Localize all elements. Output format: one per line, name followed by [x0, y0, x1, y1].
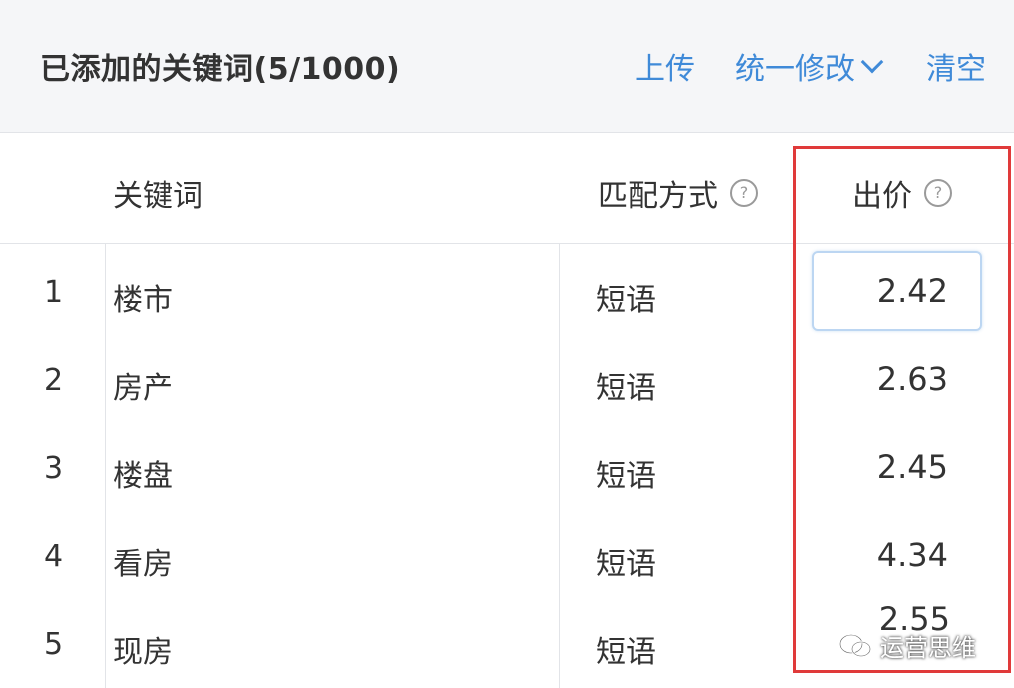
- row-keyword: 房产: [113, 371, 173, 406]
- keyword-list-header: 已添加的关键词(5/1000) 上传 统一修改 清空: [0, 0, 1014, 133]
- column-header-keyword: 关键词: [113, 171, 203, 215]
- row-match-type[interactable]: 短语: [596, 451, 656, 495]
- row-index: 3: [44, 451, 64, 486]
- table-row: 4 看房 短语 4.34: [0, 511, 1014, 599]
- bid-input[interactable]: 2.42: [812, 251, 982, 331]
- row-keyword: 看房: [113, 547, 173, 582]
- help-icon[interactable]: ?: [730, 179, 758, 207]
- row-match-type[interactable]: 短语: [596, 539, 656, 583]
- bid-input[interactable]: 2.63: [812, 339, 982, 419]
- column-header-bid-label: 出价: [852, 179, 912, 214]
- page-title: 已添加的关键词(5/1000): [40, 52, 401, 87]
- watermark-text: 运营思维: [880, 634, 976, 662]
- table-row: 2 房产 短语 2.63: [0, 335, 1014, 423]
- row-keyword: 现房: [113, 635, 173, 670]
- chevron-down-icon: [860, 50, 884, 74]
- watermark: 运营思维: [838, 628, 976, 663]
- row-index: 2: [44, 363, 64, 398]
- row-keyword: 楼市: [113, 283, 173, 318]
- row-index: 1: [44, 275, 64, 310]
- column-header-match-type: 匹配方式 ?: [598, 171, 758, 215]
- bid-input[interactable]: 2.45: [812, 427, 982, 507]
- row-match-type[interactable]: 短语: [596, 275, 656, 319]
- clear-link[interactable]: 清空: [926, 44, 986, 88]
- row-index: 4: [44, 539, 64, 574]
- table-row: 3 楼盘 短语 2.45: [0, 423, 1014, 511]
- batch-edit-dropdown[interactable]: 统一修改: [735, 44, 884, 88]
- header-actions: 上传 统一修改 清空: [635, 44, 986, 88]
- column-header-match-type-label: 匹配方式: [598, 179, 718, 214]
- row-match-type[interactable]: 短语: [596, 363, 656, 407]
- table-header: 关键词 匹配方式 ? 出价 ?: [0, 133, 1014, 244]
- table-row: 1 楼市 短语 2.42: [0, 247, 1014, 335]
- wechat-icon: [838, 633, 872, 657]
- row-match-type[interactable]: 短语: [596, 627, 656, 671]
- bid-input[interactable]: 4.34: [812, 515, 982, 595]
- upload-link[interactable]: 上传: [635, 44, 695, 88]
- help-icon[interactable]: ?: [924, 179, 952, 207]
- batch-edit-label: 统一修改: [735, 52, 855, 87]
- column-header-keyword-label: 关键词: [113, 179, 203, 214]
- row-index: 5: [44, 627, 64, 662]
- row-keyword: 楼盘: [113, 459, 173, 494]
- column-header-bid: 出价 ?: [852, 171, 952, 215]
